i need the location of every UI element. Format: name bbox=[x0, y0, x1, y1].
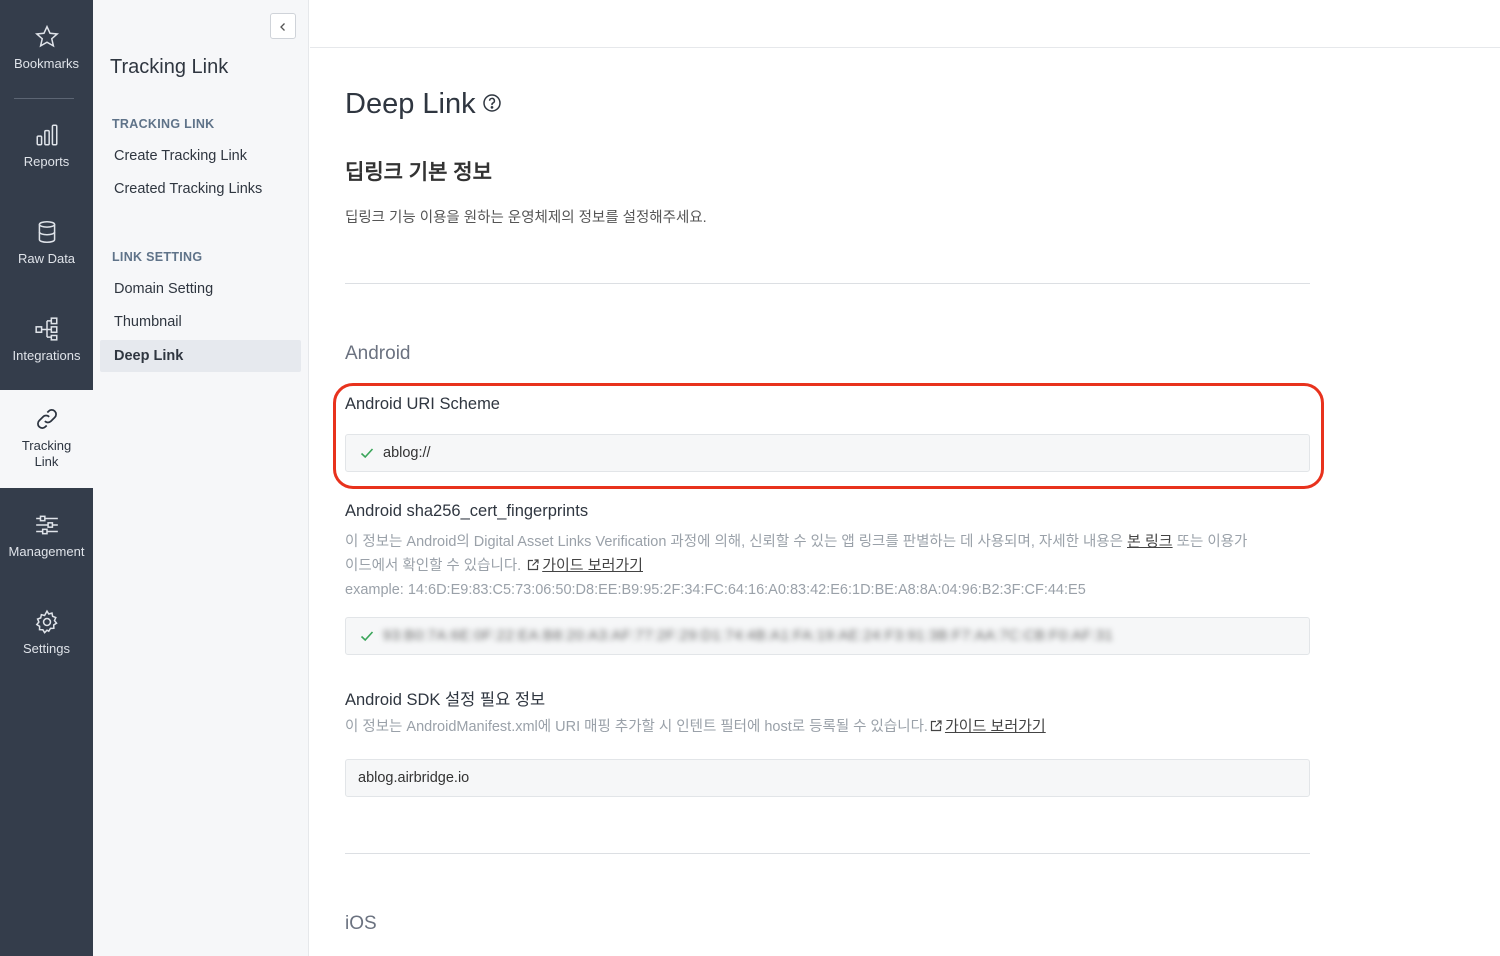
page-title-container: Deep Link bbox=[345, 88, 502, 121]
android-sdk-host-value: ablog.airbridge.io bbox=[358, 770, 470, 786]
rail-item-management[interactable]: Management bbox=[0, 512, 93, 559]
section-title: 딥링크 기본 정보 bbox=[345, 161, 492, 184]
divider bbox=[345, 853, 1310, 854]
android-fingerprints-value: 93:B0:7A:6E:0F:22:EA:B8:20:A3:AF:77:2F:2… bbox=[383, 628, 1114, 644]
gear-icon bbox=[35, 609, 58, 634]
fingerprints-help-text-3: 이드에서 확인할 수 있습니다. bbox=[345, 558, 522, 574]
android-fingerprints-field[interactable]: 93:B0:7A:6E:0F:22:EA:B8:20:A3:AF:77:2F:2… bbox=[345, 617, 1310, 655]
rail-label-settings: Settings bbox=[23, 641, 70, 656]
sidebar-title: Tracking Link bbox=[110, 56, 229, 78]
sidebar-item-create-tracking-link[interactable]: Create Tracking Link bbox=[100, 140, 301, 172]
rail-label-link: Link bbox=[34, 454, 59, 469]
top-bar bbox=[310, 0, 1500, 48]
database-icon bbox=[38, 220, 55, 244]
android-uri-scheme-label: Android URI Scheme bbox=[345, 395, 500, 413]
android-fingerprints-label: Android sha256_cert_fingerprints bbox=[345, 502, 589, 520]
sdk-guide-link[interactable]: 가이드 보러가기 bbox=[945, 718, 1046, 735]
ios-label: iOS bbox=[345, 913, 377, 934]
fingerprints-guide-link[interactable]: 가이드 보러가기 bbox=[542, 557, 643, 574]
sidebar-item-created-tracking-links[interactable]: Created Tracking Links bbox=[100, 173, 301, 205]
divider bbox=[345, 283, 1310, 284]
rail-item-raw-data[interactable]: Raw Data bbox=[0, 219, 93, 266]
external-link-icon bbox=[930, 720, 942, 732]
check-icon bbox=[360, 631, 374, 642]
android-sdk-label: Android SDK 설정 필요 정보 bbox=[345, 691, 546, 709]
collapse-sidebar-button[interactable] bbox=[270, 13, 296, 39]
rail-item-bookmarks[interactable]: Bookmarks bbox=[0, 24, 93, 71]
check-icon bbox=[360, 448, 374, 459]
rail-item-integrations[interactable]: Integrations bbox=[0, 316, 93, 363]
sidebar-item-thumbnail[interactable]: Thumbnail bbox=[100, 306, 301, 338]
secondary-sidebar: Tracking Link TRACKING LINK Create Track… bbox=[93, 0, 309, 956]
fingerprints-help-text-1: 이 정보는 Android의 Digital Asset Links Verif… bbox=[345, 534, 1123, 550]
rail-divider bbox=[14, 98, 74, 99]
android-sdk-host-field[interactable]: ablog.airbridge.io bbox=[345, 759, 1310, 797]
rail-item-settings[interactable]: Settings bbox=[0, 609, 93, 656]
section-description: 딥링크 기능 이용을 원하는 운영체제의 정보를 설정해주세요. bbox=[345, 210, 707, 226]
rail-label-management: Management bbox=[8, 544, 85, 559]
android-sdk-help: 이 정보는 AndroidManifest.xml에 URI 매핑 추가할 시 … bbox=[345, 715, 1310, 739]
rail-label-bookmarks: Bookmarks bbox=[13, 56, 80, 71]
android-uri-scheme-value: ablog:// bbox=[383, 445, 431, 461]
android-label: Android bbox=[345, 343, 411, 364]
help-icon[interactable] bbox=[482, 93, 502, 113]
sidebar-section-link-setting: LINK SETTING bbox=[112, 250, 203, 264]
icon-rail: Bookmarks Reports Raw Data Integrations … bbox=[0, 0, 93, 956]
star-icon bbox=[34, 24, 59, 48]
rail-item-tracking-link[interactable]: Tracking Link bbox=[0, 390, 93, 488]
sliders-icon bbox=[35, 515, 58, 535]
chevron-left-icon bbox=[280, 22, 285, 31]
sidebar-section-tracking-link: TRACKING LINK bbox=[112, 117, 215, 131]
rail-label-tracking: Tracking bbox=[21, 438, 72, 453]
fingerprints-example: example: 14:6D:E9:83:C5:73:06:50:D8:EE:B… bbox=[345, 582, 1086, 598]
page-title: Deep Link bbox=[345, 88, 476, 120]
this-link[interactable]: 본 링크 bbox=[1127, 533, 1173, 550]
external-link-icon bbox=[528, 559, 539, 571]
sidebar-item-domain-setting[interactable]: Domain Setting bbox=[100, 273, 301, 305]
rail-label-integrations: Integrations bbox=[12, 348, 81, 363]
rail-label-reports: Reports bbox=[23, 154, 70, 169]
android-uri-scheme-field[interactable]: ablog:// bbox=[345, 434, 1310, 472]
integrations-icon bbox=[34, 317, 58, 341]
sdk-help-text: 이 정보는 AndroidManifest.xml에 URI 매핑 추가할 시 … bbox=[345, 719, 928, 735]
fingerprints-help-text-2: 또는 이용가 bbox=[1176, 534, 1248, 550]
bar-chart-icon bbox=[35, 124, 58, 146]
sidebar-item-deep-link[interactable]: Deep Link bbox=[100, 340, 301, 372]
android-fingerprints-help: 이 정보는 Android의 Digital Asset Links Verif… bbox=[345, 530, 1310, 602]
rail-item-reports[interactable]: Reports bbox=[0, 122, 93, 169]
rail-label-raw-data: Raw Data bbox=[17, 251, 76, 266]
link-icon bbox=[36, 409, 57, 429]
